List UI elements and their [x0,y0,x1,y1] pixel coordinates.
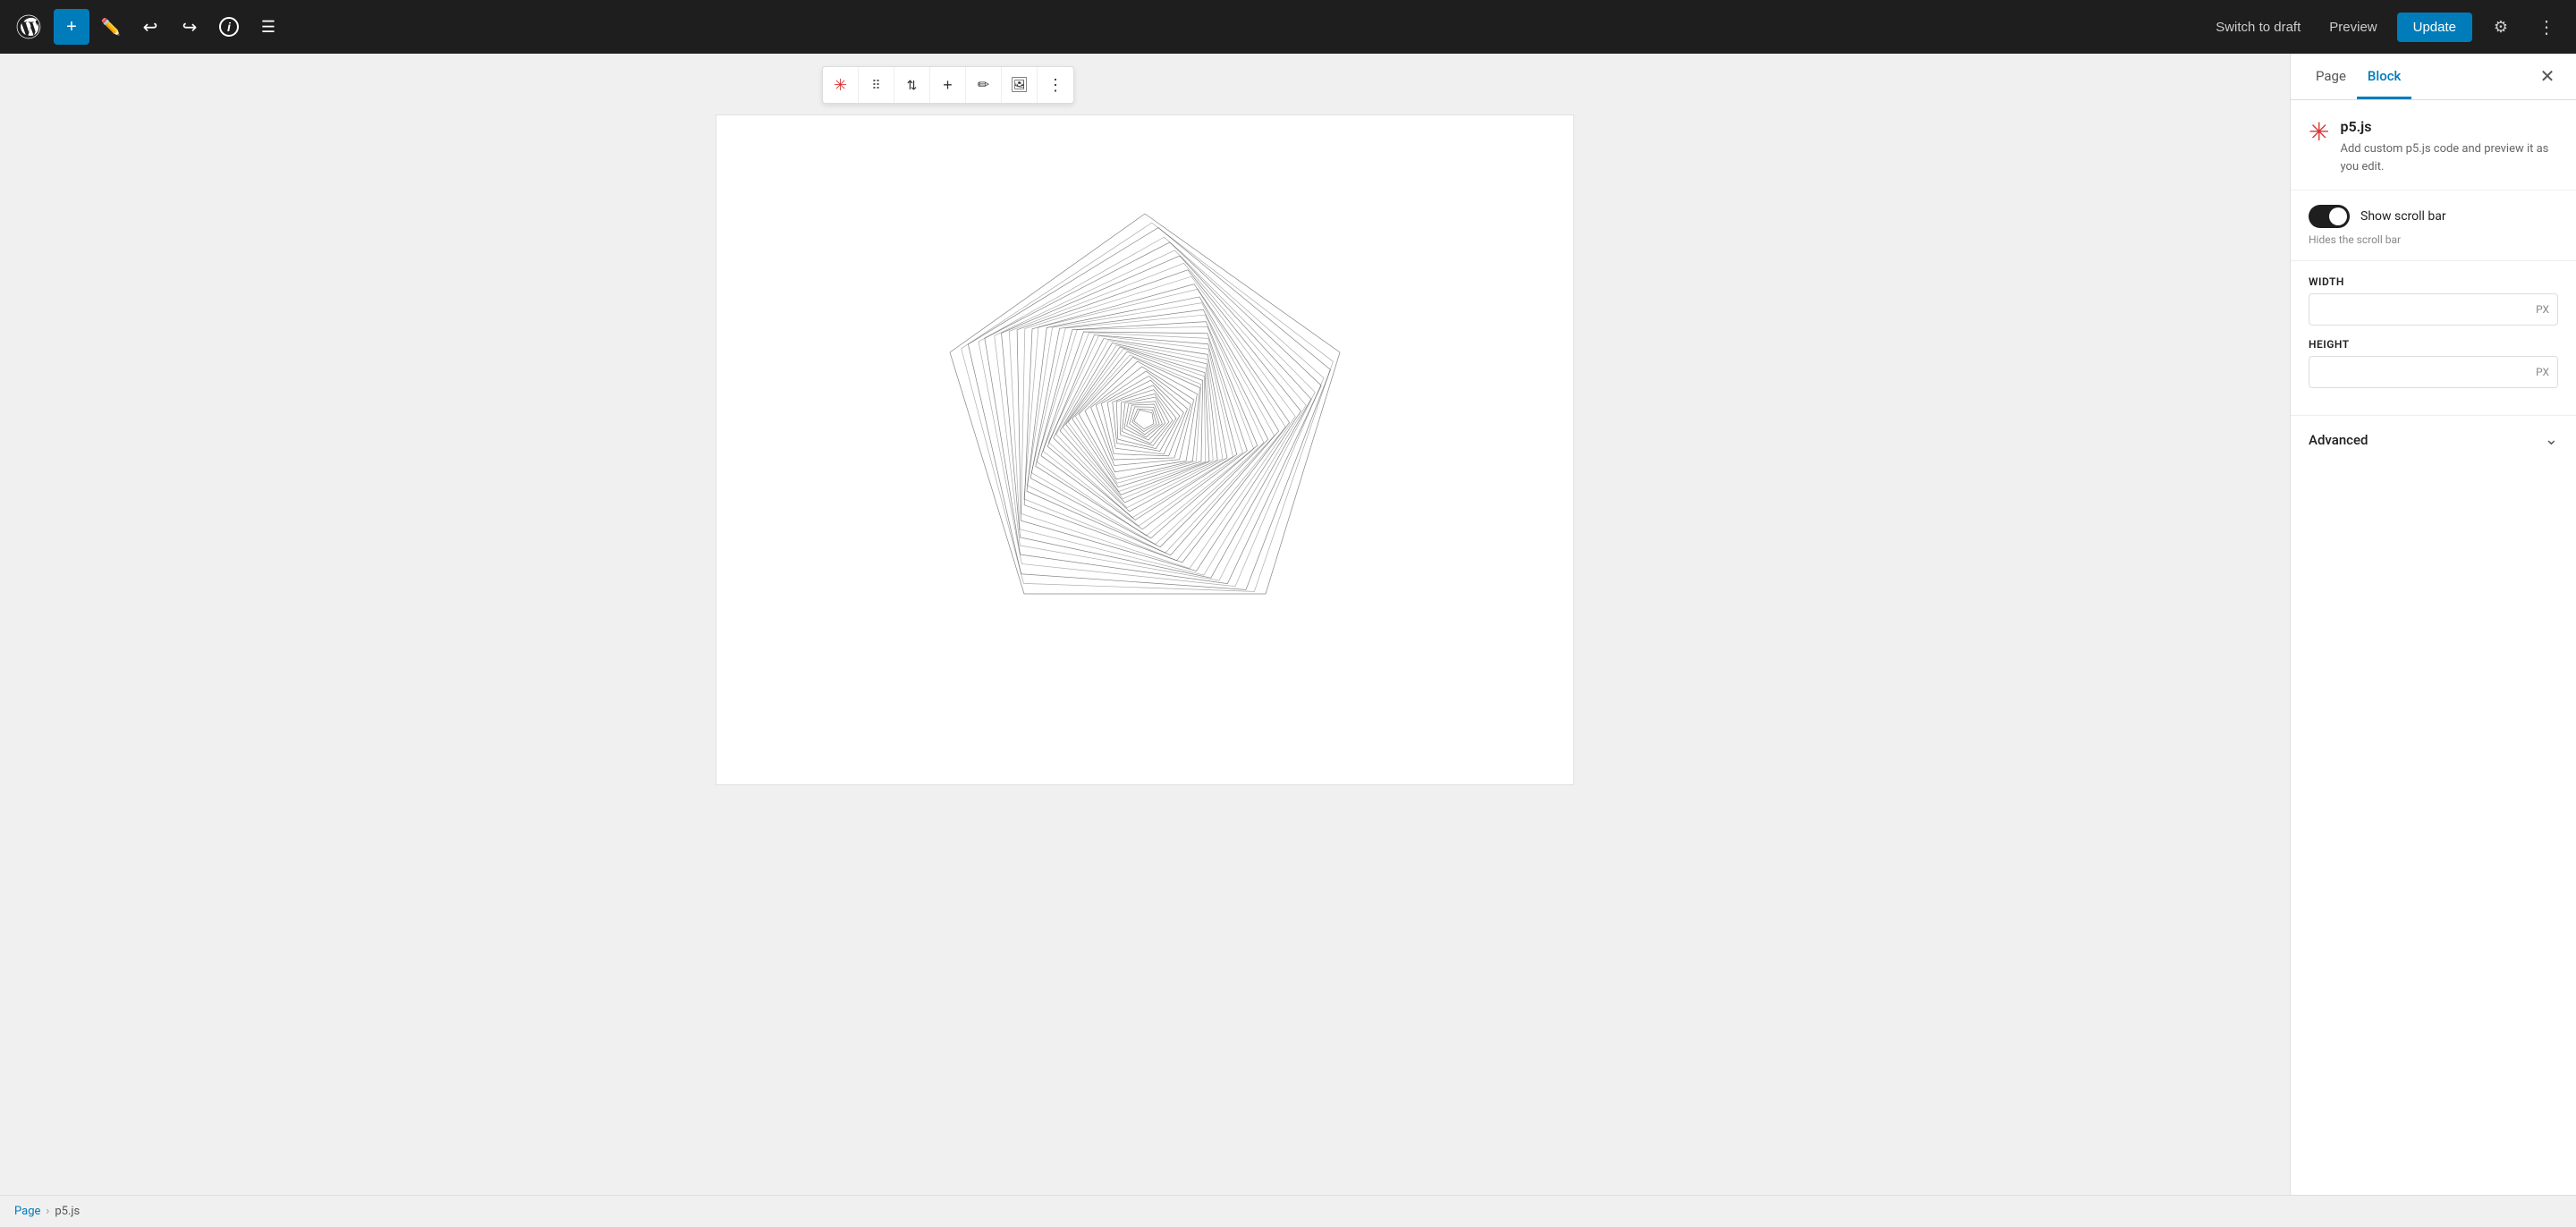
scroll-bar-hint: Hides the scroll bar [2309,233,2558,246]
ellipsis-icon: ⋮ [2538,16,2557,38]
block-asterisk-icon: ✳ [2309,120,2329,145]
scroll-bar-label: Show scroll bar [2360,209,2446,224]
chevron-down-icon: ⌄ [2545,430,2558,449]
list-icon: ☰ [261,18,275,37]
plus-icon: + [66,17,77,38]
block-toolbar: ✳ ⠿ ⇅ + ✏ 🖼 ⋮ [822,66,1074,104]
block-info: ✳ p5.js Add custom p5.js code and previe… [2291,100,2576,190]
drag-icon: ⠿ [871,78,880,93]
add-block-button[interactable]: + [54,9,89,45]
main-area: ✳ ⠿ ⇅ + ✏ 🖼 ⋮ [0,54,2576,1195]
update-button[interactable]: Update [2397,13,2472,42]
toolbar-left: + ✏️ ↩ ↪ i ☰ [54,9,286,45]
block-name-heading: p5.js [2340,118,2558,135]
edit-code-button[interactable]: ✏ [966,67,1002,103]
preview-button[interactable]: Preview [2320,14,2385,40]
block-description-text: Add custom p5.js code and preview it as … [2340,140,2558,175]
show-scroll-bar-toggle[interactable] [2309,205,2350,228]
more-options-button[interactable]: ⋮ [2529,9,2565,45]
settings-button[interactable]: ⚙ [2483,9,2519,45]
info-icon: i [219,17,239,37]
advanced-section: Advanced ⌄ [2291,416,2576,463]
toggle-row: Show scroll bar [2309,205,2558,228]
p5-canvas-svg [894,160,1395,643]
panel-tabs: Page Block ✕ [2291,54,2576,100]
tab-block[interactable]: Block [2357,55,2411,99]
width-label: WIDTH [2309,275,2558,288]
width-input[interactable] [2309,293,2558,326]
list-view-button[interactable]: ☰ [250,9,286,45]
right-panel: Page Block ✕ ✳ p5.js Add custom p5.js co… [2290,54,2576,1195]
edit-icon: ✏ [978,76,989,94]
block-info-text: p5.js Add custom p5.js code and preview … [2340,118,2558,175]
gear-icon: ⚙ [2494,18,2508,37]
breadcrumb-current: p5.js [55,1205,80,1218]
info-button[interactable]: i [211,9,247,45]
width-input-wrapper: PX [2309,293,2558,326]
redo-button[interactable]: ↪ [172,9,208,45]
height-field-group: HEIGHT PX [2309,338,2558,388]
undo-icon: ↩ [143,16,158,38]
switch-draft-button[interactable]: Switch to draft [2207,14,2309,40]
undo-button[interactable]: ↩ [132,9,168,45]
edit-image-button[interactable]: 🖼 [1002,67,1038,103]
tab-page[interactable]: Page [2305,55,2357,99]
advanced-title: Advanced [2309,432,2368,448]
arrows-updown-icon: ⇅ [907,78,918,93]
p5-artwork [734,133,1555,670]
height-input[interactable] [2309,356,2558,388]
dimensions-section: WIDTH PX HEIGHT PX [2291,261,2576,416]
three-dots-icon: ⋮ [1047,76,1063,95]
status-bar: Page › p5.js [0,1195,2576,1227]
pencil-icon: ✏️ [101,18,121,37]
page-canvas [716,114,1574,785]
image-icon: 🖼 [1010,76,1028,94]
toggle-thumb [2329,207,2347,225]
wp-logo[interactable] [11,9,47,45]
asterisk-icon: ✳ [834,76,847,95]
drag-handle-button[interactable]: ⠿ [859,67,894,103]
top-bar: + ✏️ ↩ ↪ i ☰ Switch to draft Preview Upd… [0,0,2576,54]
toggle-track [2309,205,2350,228]
scroll-bar-section: Show scroll bar Hides the scroll bar [2291,190,2576,261]
editor-area: ✳ ⠿ ⇅ + ✏ 🖼 ⋮ [0,54,2290,1195]
toolbar-right: Switch to draft Preview Update ⚙ ⋮ [2207,9,2565,45]
advanced-header[interactable]: Advanced ⌄ [2309,430,2558,449]
height-input-wrapper: PX [2309,356,2558,388]
width-field-group: WIDTH PX [2309,275,2558,326]
close-icon: ✕ [2540,65,2555,88]
add-block-inline-button[interactable]: + [930,67,966,103]
block-more-button[interactable]: ⋮ [1038,67,1073,103]
breadcrumb-page-link[interactable]: Page [14,1205,40,1218]
move-up-down-button[interactable]: ⇅ [894,67,930,103]
breadcrumb-separator: › [46,1205,49,1218]
height-label: HEIGHT [2309,338,2558,351]
tools-button[interactable]: ✏️ [93,9,129,45]
redo-icon: ↪ [182,16,198,38]
plus-inline-icon: + [943,76,953,95]
panel-close-button[interactable]: ✕ [2533,63,2562,91]
block-type-button[interactable]: ✳ [823,67,859,103]
